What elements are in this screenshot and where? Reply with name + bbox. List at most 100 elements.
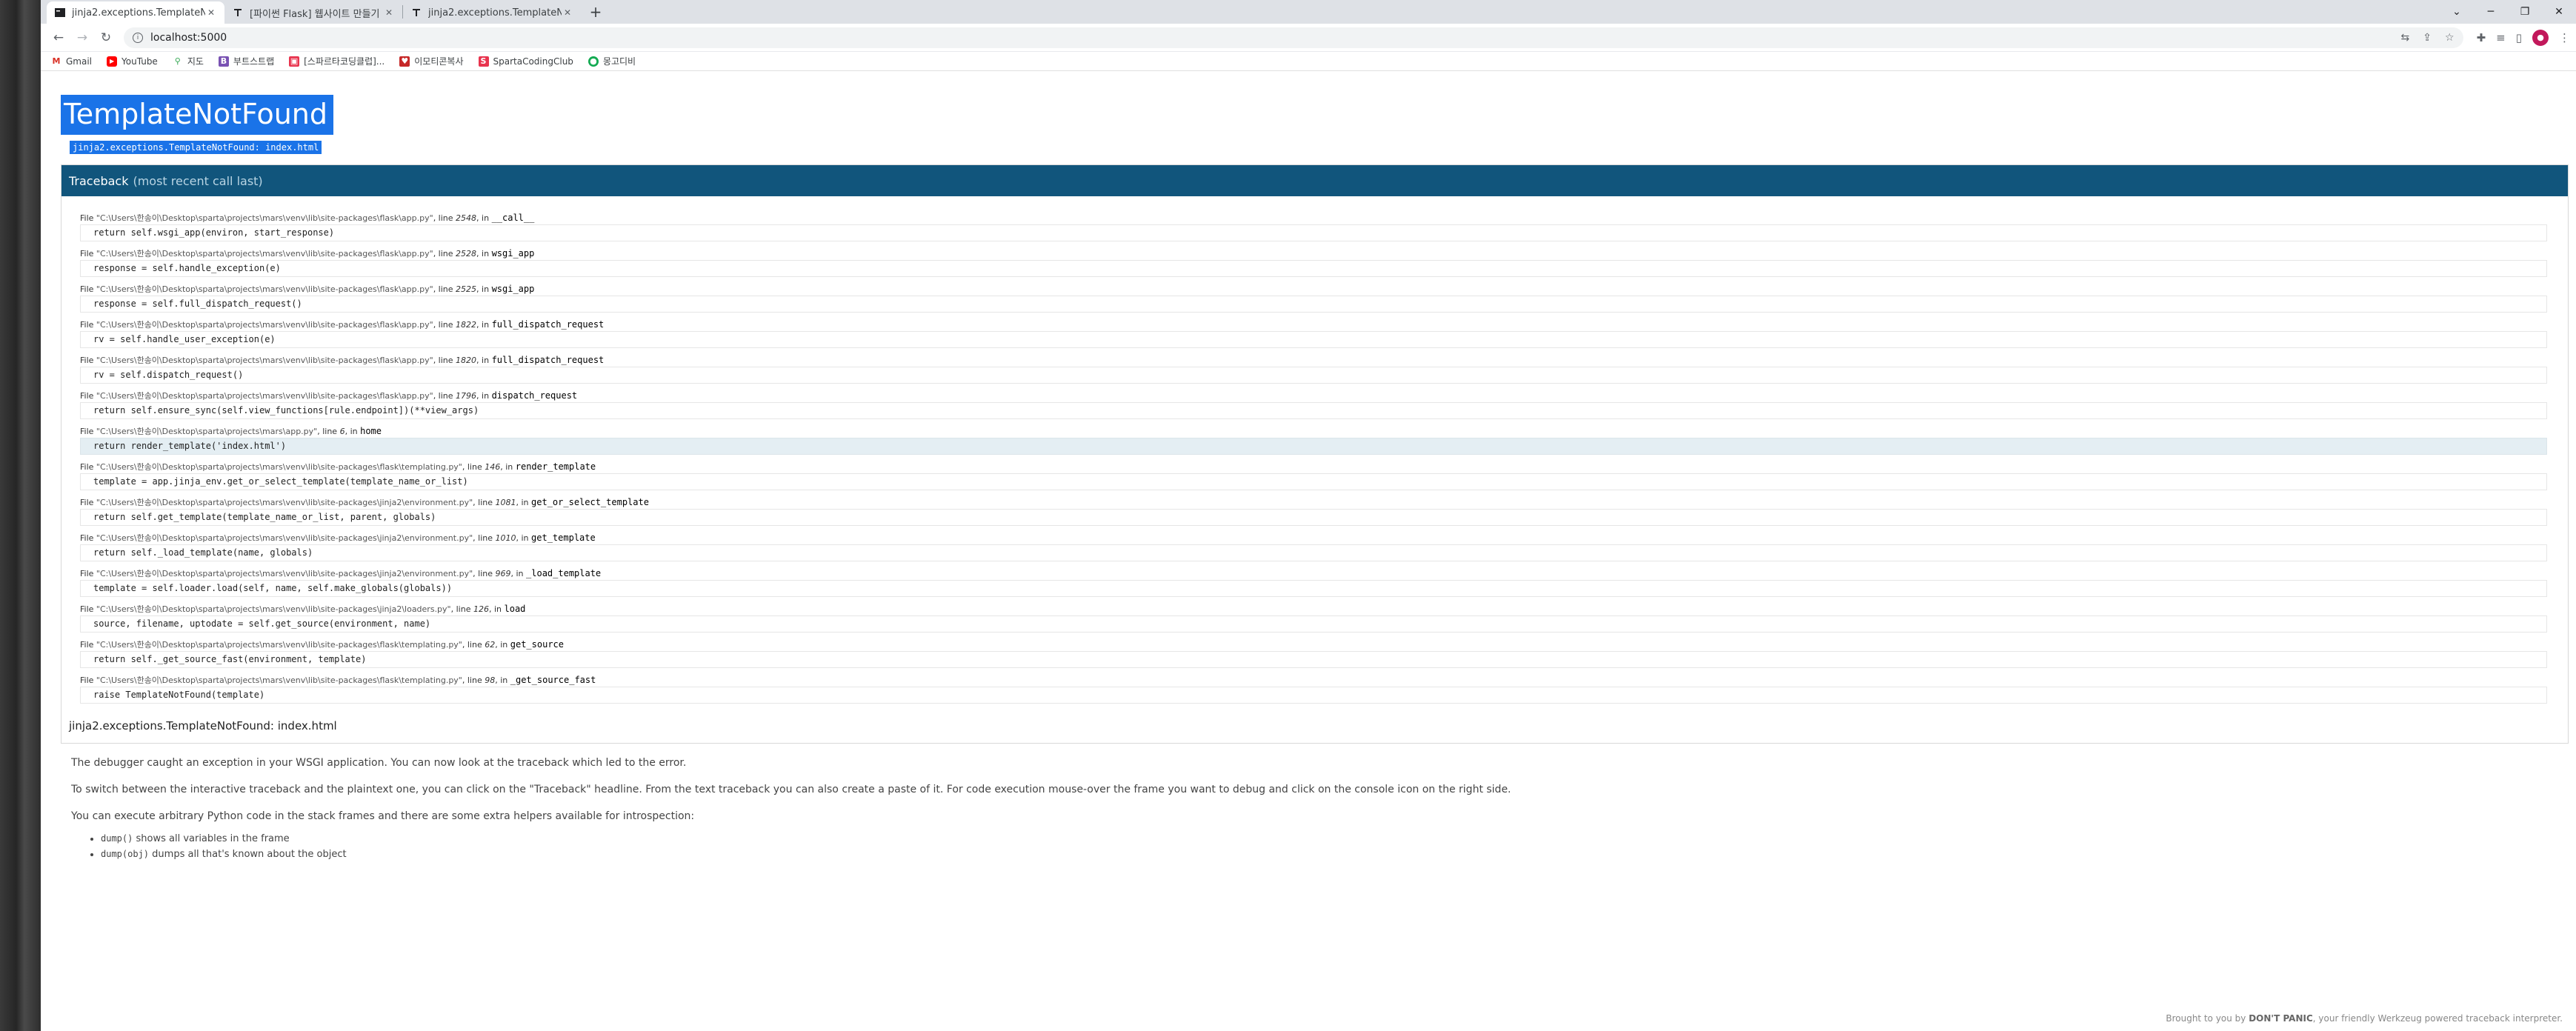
tab-1[interactable]: [파이썬 Flask] 웹사이트 만들기 ✕	[224, 1, 402, 24]
tab-search-icon[interactable]: ⌄	[2440, 6, 2474, 18]
frame-code-line[interactable]: return self._get_source_fast(environment…	[80, 651, 2547, 668]
traceback-frame[interactable]: File "C:\Users\한송이\Desktop\sparta\projec…	[80, 673, 2560, 704]
bookmark-label: 지도	[187, 56, 204, 67]
translate-icon[interactable]: ⇆	[2401, 32, 2410, 44]
frame-code-line[interactable]: rv = self.dispatch_request()	[80, 367, 2547, 384]
frame-list: File "C:\Users\한송이\Desktop\sparta\projec…	[61, 196, 2568, 713]
frame-code-line[interactable]: return self.ensure_sync(self.view_functi…	[80, 402, 2547, 419]
frame-filename[interactable]: "C:\Users\한송이\Desktop\sparta\projects\ma…	[96, 284, 433, 294]
explanation-p2: To switch between the interactive traceb…	[71, 784, 1511, 795]
bookmark-mongodb[interactable]: ● 몽고디비	[588, 55, 636, 67]
info-icon[interactable]: i	[133, 32, 143, 43]
url-text[interactable]: localhost:5000	[150, 32, 227, 44]
frame-filename[interactable]: "C:\Users\한송이\Desktop\sparta\projects\ma…	[96, 569, 473, 578]
frame-filename[interactable]: "C:\Users\한송이\Desktop\sparta\projects\ma…	[96, 320, 433, 330]
frame-filename[interactable]: "C:\Users\한송이\Desktop\sparta\projects\ma…	[96, 391, 433, 401]
bookmark-sparta[interactable]: ▣ [스파르타코딩클럽]...	[289, 55, 385, 67]
traceback-header[interactable]: Traceback (most recent call last)	[61, 165, 2568, 196]
forward-arrow-icon[interactable]: →	[70, 26, 94, 50]
frame-filename[interactable]: "C:\Users\한송이\Desktop\sparta\projects\ma…	[96, 213, 433, 223]
frame-sep: , line	[433, 320, 456, 330]
frame-lineno: 62	[485, 640, 496, 650]
footer: Brought to you by DON'T PANIC, your frie…	[2166, 1013, 2563, 1024]
frame-filename[interactable]: "C:\Users\한송이\Desktop\sparta\projects\ma…	[96, 249, 433, 258]
tab-0[interactable]: jinja2.exceptions.TemplateNotFo ✕	[47, 1, 224, 24]
bookmark-bootstrap[interactable]: B 부트스트랩	[218, 55, 274, 67]
frame-sep: , in	[476, 320, 492, 330]
frame-code-line[interactable]: response = self.full_dispatch_request()	[80, 296, 2547, 313]
extensions-puzzle-icon[interactable]: ✚	[2477, 31, 2486, 44]
tab-strip: jinja2.exceptions.TemplateNotFo ✕ [파이썬 F…	[41, 0, 2576, 24]
footer-brand[interactable]: DON'T PANIC	[2249, 1013, 2313, 1024]
traceback-title[interactable]: Traceback	[69, 174, 128, 188]
helper-text: dumps all that's known about the object	[149, 849, 347, 860]
minimize-icon[interactable]: ─	[2474, 6, 2508, 18]
traceback-frame[interactable]: File "C:\Users\한송이\Desktop\sparta\projec…	[80, 282, 2560, 313]
close-icon[interactable]: ✕	[383, 7, 395, 18]
traceback-frame[interactable]: File "C:\Users\한송이\Desktop\sparta\projec…	[80, 424, 2560, 455]
frame-filename[interactable]: "C:\Users\한송이\Desktop\sparta\projects\ma…	[96, 462, 462, 472]
reading-list-icon[interactable]: ≡	[2496, 31, 2506, 44]
frame-filename[interactable]: "C:\Users\한송이\Desktop\sparta\projects\ma…	[96, 498, 473, 507]
bookmarks-bar: M Gmail ▶ YouTube ⚲ 지도 B 부트스트랩 ▣ [스파르타코딩…	[41, 52, 2576, 71]
frame-code-line[interactable]: return self.wsgi_app(environ, start_resp…	[80, 224, 2547, 241]
window-close-icon[interactable]: ✕	[2542, 6, 2576, 18]
frame-filename[interactable]: "C:\Users\한송이\Desktop\sparta\projects\ma…	[96, 640, 462, 650]
frame-file-label: File	[80, 675, 96, 685]
frame-code-line[interactable]: return render_template('index.html')	[80, 438, 2547, 455]
frame-filename[interactable]: "C:\Users\한송이\Desktop\sparta\projects\ma…	[96, 533, 473, 543]
reload-icon[interactable]: ↻	[94, 26, 118, 50]
frame-code-line[interactable]: raise TemplateNotFound(template)	[80, 687, 2547, 704]
frame-lineno: 1010	[495, 533, 516, 543]
back-arrow-icon[interactable]: ←	[47, 26, 70, 50]
traceback-frame[interactable]: File "C:\Users\한송이\Desktop\sparta\projec…	[80, 389, 2560, 419]
new-tab-button[interactable]: +	[585, 1, 606, 22]
traceback-frame[interactable]: File "C:\Users\한송이\Desktop\sparta\projec…	[80, 318, 2560, 348]
frame-sep: , in	[476, 284, 492, 294]
frame-sep: , line	[462, 675, 485, 685]
traceback-frame[interactable]: File "C:\Users\한송이\Desktop\sparta\projec…	[80, 531, 2560, 561]
traceback-frame[interactable]: File "C:\Users\한송이\Desktop\sparta\projec…	[80, 247, 2560, 277]
frame-sep: , in	[516, 533, 532, 543]
share-icon[interactable]: ⇪	[2423, 32, 2432, 44]
traceback-frame[interactable]: File "C:\Users\한송이\Desktop\sparta\projec…	[80, 353, 2560, 384]
traceback-frame[interactable]: File "C:\Users\한송이\Desktop\sparta\projec…	[80, 567, 2560, 597]
bookmark-spartacodingclub[interactable]: S SpartaCodingClub	[478, 56, 573, 67]
traceback-frame[interactable]: File "C:\Users\한송이\Desktop\sparta\projec…	[80, 602, 2560, 633]
extension-icons: ✚ ≡ ▯ ● ⋮	[2469, 29, 2570, 46]
frame-filename[interactable]: "C:\Users\한송이\Desktop\sparta\projects\ma…	[96, 356, 433, 365]
frame-code-line[interactable]: source, filename, uptodate = self.get_so…	[80, 615, 2547, 633]
frame-code-line[interactable]: template = app.jinja_env.get_or_select_t…	[80, 473, 2547, 490]
bookmark-star-icon[interactable]: ☆	[2445, 32, 2454, 44]
frame-code-line[interactable]: rv = self.handle_user_exception(e)	[80, 331, 2547, 348]
menu-kebab-icon[interactable]: ⋮	[2559, 31, 2570, 44]
traceback-frame[interactable]: File "C:\Users\한송이\Desktop\sparta\projec…	[80, 460, 2560, 490]
frame-filename[interactable]: "C:\Users\한송이\Desktop\sparta\projects\ma…	[96, 675, 462, 685]
frame-code-line[interactable]: return self._load_template(name, globals…	[80, 544, 2547, 561]
side-panel-icon[interactable]: ▯	[2516, 31, 2522, 44]
frame-lineno: 1796	[456, 391, 477, 401]
close-icon[interactable]: ✕	[562, 7, 573, 18]
bookmark-youtube[interactable]: ▶ YouTube	[107, 56, 158, 67]
close-icon[interactable]: ✕	[205, 7, 217, 18]
profile-avatar-icon[interactable]: ●	[2532, 29, 2549, 46]
frame-filename[interactable]: "C:\Users\한송이\Desktop\sparta\projects\ma…	[96, 427, 317, 436]
frame-function: get_template	[531, 533, 596, 543]
restore-icon[interactable]: ❐	[2508, 6, 2542, 18]
traceback-frame[interactable]: File "C:\Users\한송이\Desktop\sparta\projec…	[80, 211, 2560, 241]
bookmark-maps[interactable]: ⚲ 지도	[173, 55, 204, 67]
address-bar[interactable]: i localhost:5000 ⇆ ⇪ ☆	[124, 27, 2463, 48]
frame-location: File "C:\Users\한송이\Desktop\sparta\projec…	[80, 638, 2560, 651]
frame-code-line[interactable]: response = self.handle_exception(e)	[80, 260, 2547, 277]
frame-location: File "C:\Users\한송이\Desktop\sparta\projec…	[80, 353, 2560, 367]
bookmark-emoji[interactable]: ♥ 이모티콘복사	[399, 55, 464, 67]
frame-sep: , in	[500, 462, 516, 472]
frame-code-line[interactable]: return self.get_template(template_name_o…	[80, 509, 2547, 526]
frame-filename[interactable]: "C:\Users\한송이\Desktop\sparta\projects\ma…	[96, 604, 451, 614]
traceback-frame[interactable]: File "C:\Users\한송이\Desktop\sparta\projec…	[80, 496, 2560, 526]
bookmark-gmail[interactable]: M Gmail	[51, 56, 93, 67]
tab-2[interactable]: jinja2.exceptions.TemplateNotFo ✕	[403, 1, 581, 24]
traceback-frame[interactable]: File "C:\Users\한송이\Desktop\sparta\projec…	[80, 638, 2560, 668]
frame-code-line[interactable]: template = self.loader.load(self, name, …	[80, 580, 2547, 597]
frame-sep: , in	[345, 427, 361, 436]
